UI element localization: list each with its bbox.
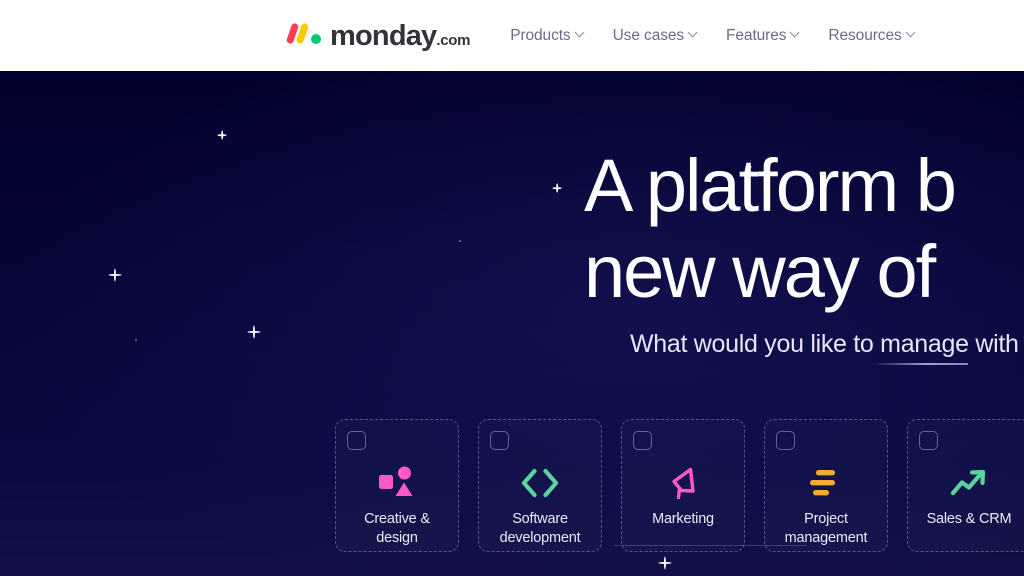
card-label: Software development — [499, 511, 581, 546]
logo-tld: .com — [436, 31, 471, 49]
nav-item-resources-label: Resources — [828, 26, 902, 44]
card-label: Project management — [784, 511, 868, 546]
logo-dot-green — [311, 33, 321, 44]
site-header: monday .com Products Use cases Features … — [0, 0, 1024, 71]
hero-subtitle: What would you like to manage with — [630, 330, 1019, 358]
card-sales-crm[interactable]: Sales & CRM — [907, 419, 1024, 552]
nav-item-features-label: Features — [726, 26, 787, 44]
card-creative-design[interactable]: Creative & design — [335, 419, 459, 552]
code-brackets-icon — [479, 462, 601, 504]
monday-logo[interactable]: monday .com — [285, 19, 471, 52]
chevron-down-icon — [576, 29, 585, 38]
chevron-down-icon — [791, 29, 800, 38]
card-software-development[interactable]: Software development — [478, 419, 602, 552]
logo-wordmark: monday — [330, 19, 437, 52]
hero-headline-line-1: A platform b — [584, 144, 957, 227]
card-marketing[interactable]: Marketing — [621, 419, 745, 552]
card-project-management[interactable]: Project management — [764, 419, 888, 552]
card-checkbox[interactable] — [347, 431, 366, 450]
dot-icon — [135, 339, 137, 341]
bars-list-icon — [765, 462, 887, 504]
header-inner: monday .com Products Use cases Features … — [285, 19, 930, 52]
main-navigation: Products Use cases Features Resources — [496, 21, 929, 51]
category-card-list: Creative & design Software development M… — [335, 419, 1024, 552]
nav-item-products[interactable]: Products — [496, 21, 598, 51]
card-checkbox[interactable] — [776, 431, 795, 450]
card-label: Marketing — [652, 511, 714, 527]
page-root: monday .com Products Use cases Features … — [0, 0, 1024, 576]
hero-headline-line-2: new way of — [584, 230, 936, 313]
megaphone-icon — [622, 462, 744, 504]
card-checkbox[interactable] — [633, 431, 652, 450]
chevron-down-icon — [689, 29, 698, 38]
nav-item-use-cases[interactable]: Use cases — [599, 21, 712, 51]
shapes-icon — [336, 462, 458, 504]
nav-item-resources[interactable]: Resources — [814, 21, 929, 51]
subtitle-underline — [876, 363, 968, 365]
hero-headline: A platform b new way of — [584, 143, 957, 315]
chevron-down-icon — [907, 29, 916, 38]
nav-item-features[interactable]: Features — [712, 21, 814, 51]
dot-icon — [459, 240, 461, 242]
card-label: Sales & CRM — [926, 511, 1012, 527]
nav-item-products-label: Products — [510, 26, 571, 44]
card-checkbox[interactable] — [490, 431, 509, 450]
card-checkbox[interactable] — [919, 431, 938, 450]
card-label: Creative & design — [364, 511, 430, 546]
hero-section: A platform b new way of What would you li… — [0, 71, 1024, 576]
trend-up-arrow-icon — [908, 462, 1024, 504]
monday-logo-mark-icon — [285, 21, 324, 45]
nav-item-use-cases-label: Use cases — [612, 26, 685, 44]
